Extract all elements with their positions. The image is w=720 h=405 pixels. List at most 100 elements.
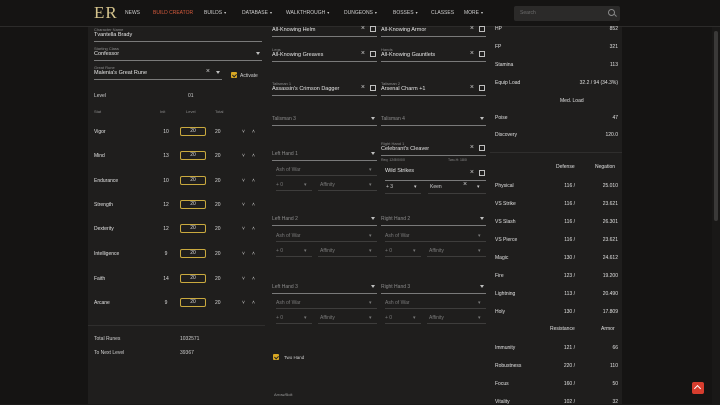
edit-icon[interactable] (479, 51, 485, 57)
stat-level-input[interactable]: 20 (180, 151, 206, 160)
decrement-icon[interactable]: ˅ (242, 226, 245, 232)
two-hand-checkbox[interactable] (273, 354, 279, 360)
upgrade-select[interactable]: + 0 (276, 182, 283, 188)
edit-icon[interactable] (479, 170, 485, 176)
edit-icon[interactable] (479, 85, 485, 91)
right-hand-3-select[interactable]: Right Hand 3 (381, 279, 486, 294)
increment-icon[interactable]: ˄ (252, 153, 255, 159)
nav-item-walkthrough[interactable]: WALKTHROUGH ▾ (286, 10, 329, 16)
clear-icon[interactable]: × (470, 169, 474, 176)
ash-of-war-select[interactable]: Ash of War (276, 300, 301, 306)
stat-level-input[interactable]: 20 (180, 176, 206, 185)
left-hand-1-select[interactable]: Left Hand 1 (272, 146, 377, 161)
increment-icon[interactable]: ˄ (252, 276, 255, 282)
starting-class-select[interactable]: Starting Class Confessor (94, 46, 262, 61)
increment-icon[interactable]: ˄ (252, 178, 255, 184)
edit-icon[interactable] (479, 26, 485, 32)
clear-icon[interactable]: × (463, 181, 467, 188)
upgrade-select[interactable]: + 0 (276, 315, 283, 321)
chest-armor-select[interactable]: All-Knowing Armor × (381, 22, 486, 37)
scrollbar-thumb[interactable] (714, 31, 718, 221)
clear-icon[interactable]: × (470, 50, 474, 57)
affinity-select[interactable]: Affinity (320, 315, 335, 321)
talisman-4-select[interactable]: Talisman 4 (381, 111, 486, 126)
scroll-to-top-button[interactable] (692, 382, 704, 394)
clear-icon[interactable]: × (470, 84, 474, 91)
affinity-select[interactable]: Affinity (320, 248, 335, 254)
stat-level-input[interactable]: 20 (180, 127, 206, 136)
decrement-icon[interactable]: ˅ (242, 129, 245, 135)
nav-item-classes[interactable]: CLASSES (431, 10, 454, 16)
edit-icon[interactable] (370, 51, 376, 57)
great-rune-select[interactable]: Great Rune Malenia's Great Rune × (94, 65, 222, 80)
stat-level-input[interactable]: 20 (180, 249, 206, 258)
increment-icon[interactable]: ˄ (252, 300, 255, 306)
search-input[interactable]: Search (520, 10, 536, 16)
clear-icon[interactable]: × (470, 25, 474, 32)
clear-icon[interactable]: × (361, 50, 365, 57)
increment-icon[interactable]: ˄ (252, 129, 255, 135)
decrement-icon[interactable]: ˅ (242, 300, 245, 306)
ash-of-war-select[interactable]: Ash of War (276, 233, 301, 239)
left-hand-3-select[interactable]: Left Hand 3 (272, 279, 377, 294)
nav-item-news[interactable]: NEWS (125, 10, 140, 16)
activate-rune-checkbox[interactable] (231, 72, 237, 78)
hands-armor-select[interactable]: Hands All-Knowing Gauntlets × (381, 47, 486, 62)
nav-item-database[interactable]: DATABASE ▾ (242, 10, 272, 16)
nav-item-dungeons[interactable]: DUNGEONS ▾ (344, 10, 377, 16)
talisman-3-select[interactable]: Talisman 3 (272, 111, 377, 126)
site-logo[interactable]: ER (94, 3, 118, 23)
ash-of-war-select[interactable]: Ash of War (385, 233, 410, 239)
upgrade-select[interactable]: + 0 (276, 248, 283, 254)
right-hand-2-select[interactable]: Right Hand 2 (381, 211, 486, 226)
decrement-icon[interactable]: ˅ (242, 178, 245, 184)
upgrade-select[interactable]: + 0 (385, 248, 392, 254)
edit-icon[interactable] (370, 85, 376, 91)
talisman-2-select[interactable]: Talisman 2 Arsenal Charm +1 × (381, 81, 486, 96)
edit-icon[interactable] (370, 26, 376, 32)
page-scrollbar[interactable] (712, 27, 720, 404)
stat-level-input[interactable]: 20 (180, 200, 206, 209)
decrement-icon[interactable]: ˅ (242, 153, 245, 159)
nav-item-bosses[interactable]: BOSSES ▾ (393, 10, 418, 16)
affinity-select[interactable]: Affinity (429, 315, 444, 321)
increment-icon[interactable]: ˄ (252, 202, 255, 208)
chevron-down-icon[interactable]: ▾ (477, 184, 480, 190)
search-box[interactable]: Search (514, 6, 620, 21)
decrement-icon[interactable]: ˅ (242, 276, 245, 282)
affinity-select[interactable]: Affinity (320, 182, 335, 188)
affinity-select[interactable]: Affinity (429, 248, 444, 254)
search-icon[interactable] (608, 9, 615, 16)
defense-type: VS Slash (495, 219, 516, 225)
stat-level-input[interactable]: 20 (180, 224, 206, 233)
ash-of-war-select[interactable]: Ash of War (276, 167, 301, 173)
increment-icon[interactable]: ˄ (252, 251, 255, 257)
nav-item-more[interactable]: MORE ▾ (464, 10, 483, 16)
clear-icon[interactable]: × (470, 144, 474, 151)
increment-icon[interactable]: ˄ (252, 226, 255, 232)
rh1-upgrade-value[interactable]: + 3 (386, 184, 393, 190)
nav-item-builds[interactable]: BUILDS ▾ (204, 10, 226, 16)
nav-item-build-creator[interactable]: BUILD CREATOR (153, 10, 193, 16)
character-name-field[interactable]: Character Name Tvantella Brady (94, 27, 262, 42)
head-armor-select[interactable]: All-Knowing Helm × (272, 22, 377, 37)
rh1-ash-of-war-select[interactable]: Wild Strikes × (385, 166, 486, 181)
right-hand-1-select[interactable]: Right Hand 1 Celebrant's Cleaver × (381, 141, 486, 156)
decrement-icon[interactable]: ˅ (242, 251, 245, 257)
clear-icon[interactable]: × (206, 68, 210, 75)
upgrade-select[interactable]: + 0 (385, 315, 392, 321)
rh1-affinity-value[interactable]: Keen (430, 184, 442, 190)
chevron-down-icon[interactable]: ▾ (414, 184, 417, 190)
defense-value: 130 / (563, 255, 575, 261)
decrement-icon[interactable]: ˅ (242, 202, 245, 208)
talisman-1-select[interactable]: Talisman 1 Assassin's Crimson Dagger × (272, 81, 377, 96)
ash-of-war-select[interactable]: Ash of War (385, 300, 410, 306)
left-hand-2-select[interactable]: Left Hand 2 (272, 211, 377, 226)
stat-level-input[interactable]: 20 (180, 298, 206, 307)
stat-level-input[interactable]: 20 (180, 274, 206, 283)
clear-icon[interactable]: × (361, 25, 365, 32)
clear-icon[interactable]: × (361, 84, 365, 91)
edit-icon[interactable] (479, 145, 485, 151)
stat-total: 20 (215, 276, 221, 282)
legs-armor-select[interactable]: Legs All-Knowing Greaves × (272, 47, 377, 62)
